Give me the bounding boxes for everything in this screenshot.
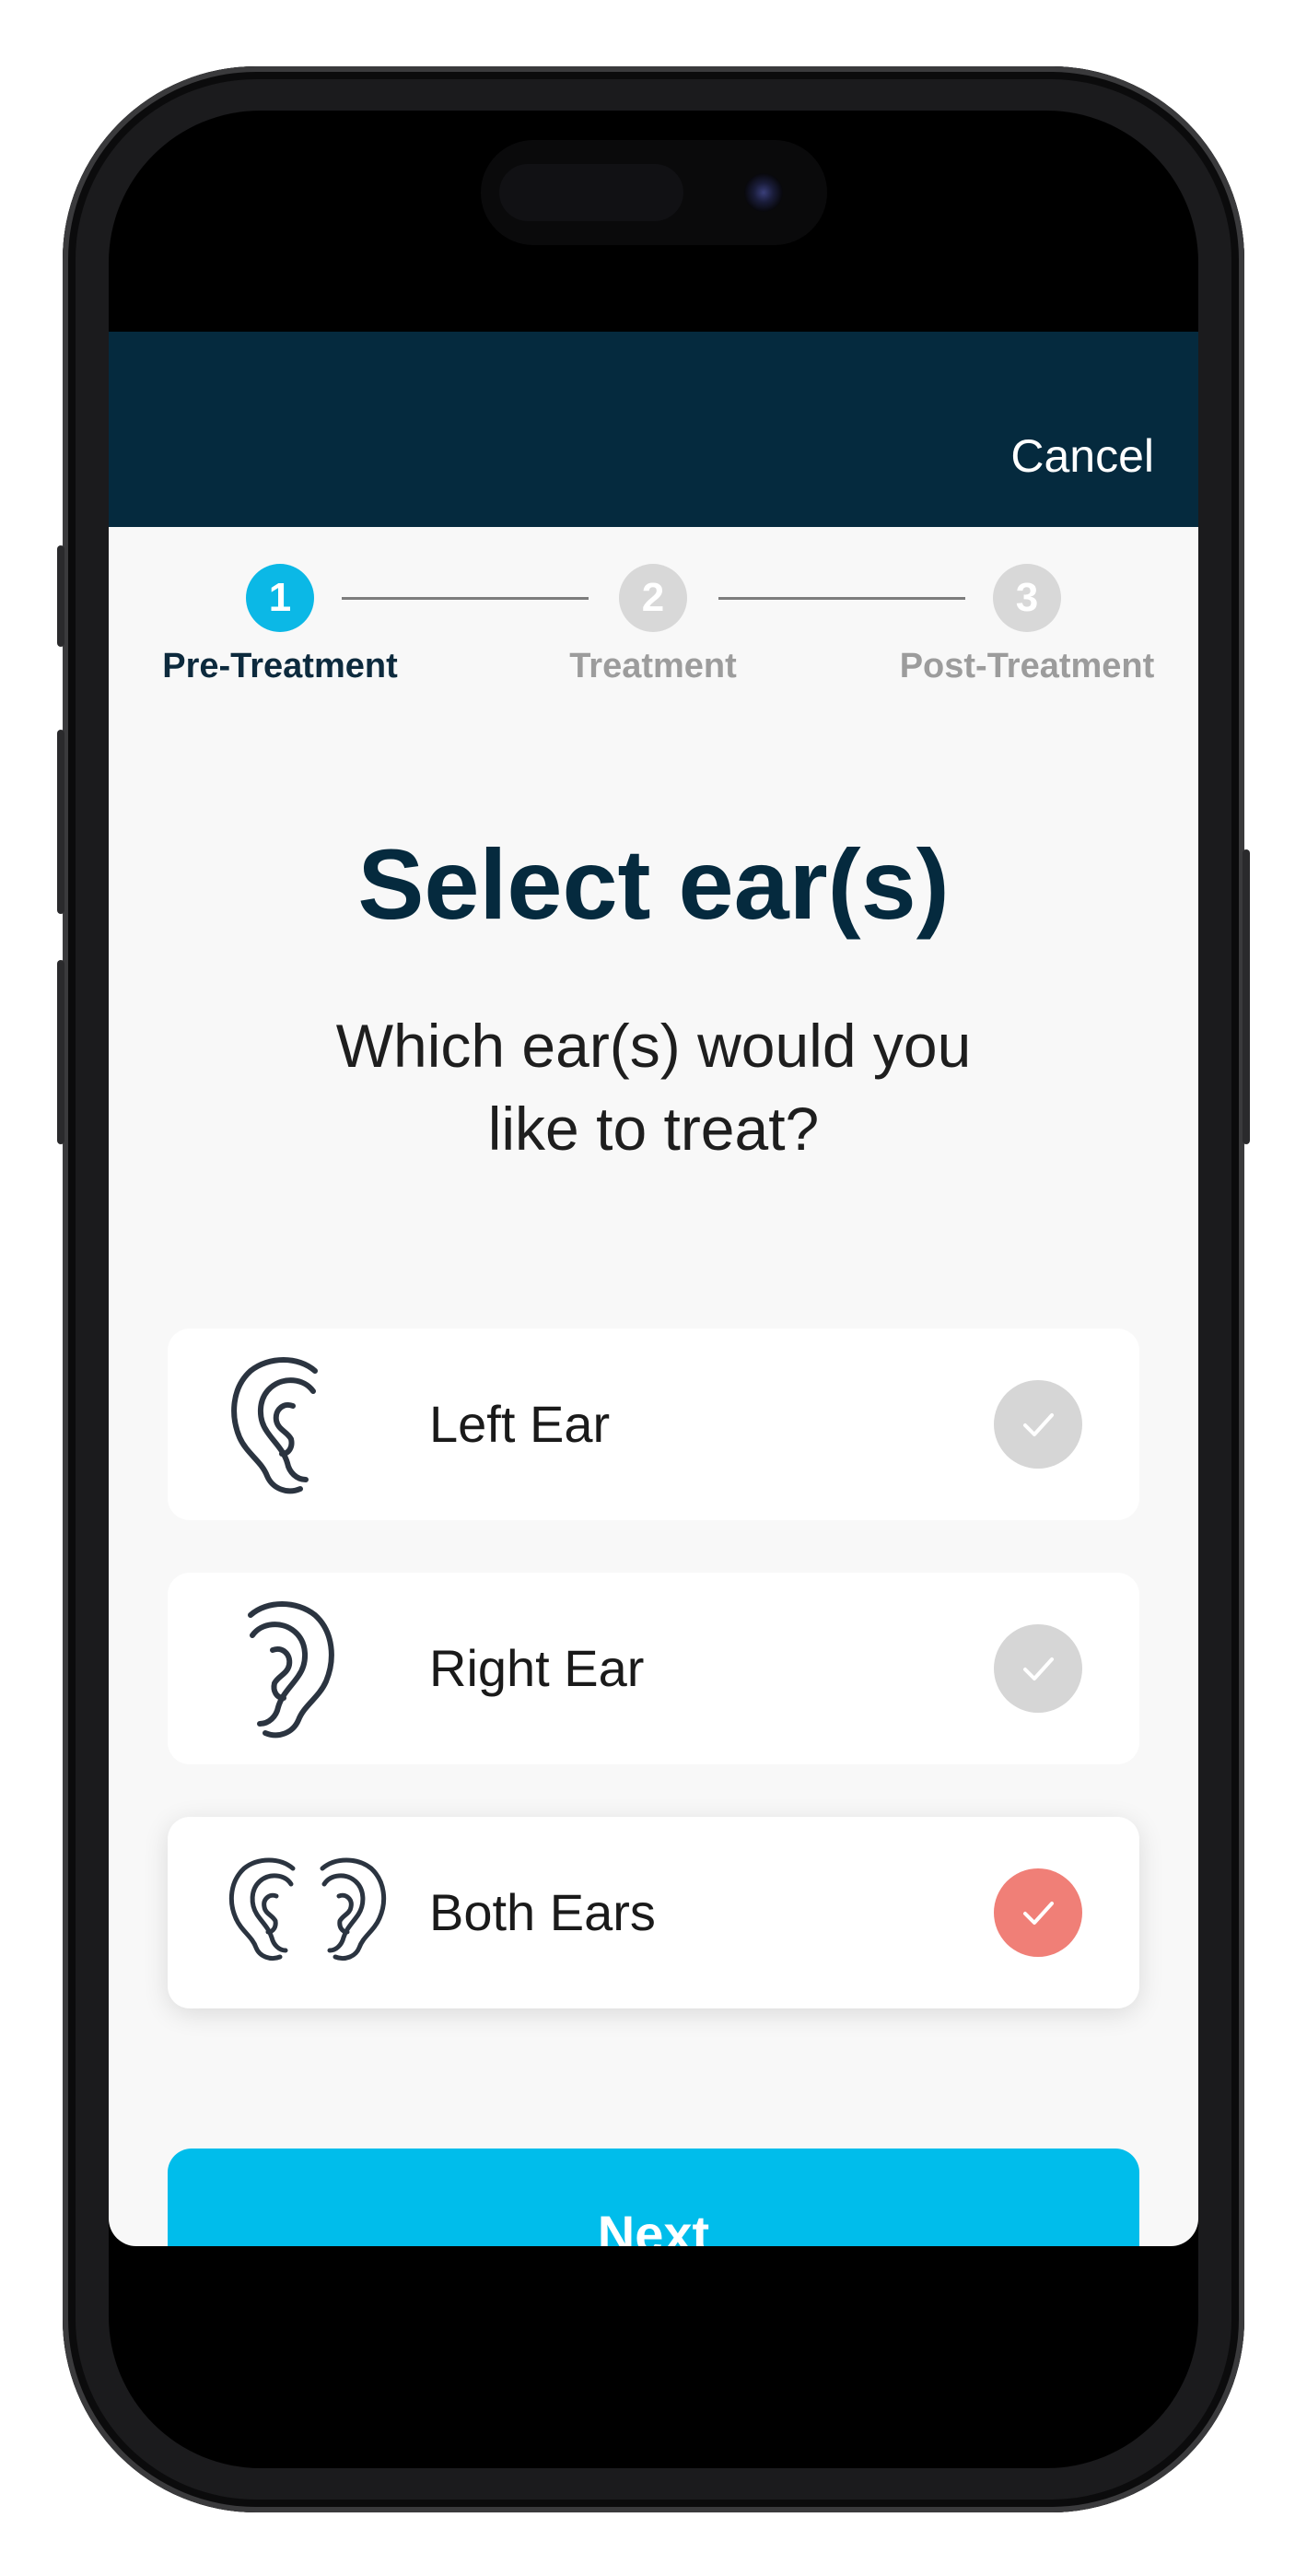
checkmark-icon bbox=[1023, 1902, 1054, 1925]
screen-bezel: Cancel 1 Pre-Treatment 2 Treatment 3 Pos… bbox=[109, 111, 1198, 2468]
volume-up-button bbox=[57, 730, 64, 914]
action-button bbox=[57, 545, 64, 647]
app-screen: Cancel 1 Pre-Treatment 2 Treatment 3 Pos… bbox=[109, 332, 1198, 2246]
step-treatment: 2 Treatment bbox=[506, 564, 800, 686]
left-ear-icon bbox=[231, 1357, 318, 1494]
page-title: Select ear(s) bbox=[357, 828, 950, 940]
right-ear-icon bbox=[248, 1601, 334, 1739]
option-label: Left Ear bbox=[429, 1395, 611, 1453]
dynamic-island bbox=[481, 140, 827, 245]
power-button bbox=[1243, 849, 1250, 1144]
step-post-treatment: 3 Post-Treatment bbox=[880, 564, 1174, 686]
option-left-ear[interactable]: Left Ear bbox=[168, 1329, 1139, 1520]
both-ears-icon bbox=[228, 1857, 387, 1961]
checkmark-icon bbox=[1023, 1413, 1054, 1436]
step-number: 1 bbox=[246, 564, 314, 632]
step-label: Treatment bbox=[569, 647, 737, 685]
step-number: 3 bbox=[993, 564, 1061, 632]
option-right-ear[interactable]: Right Ear bbox=[168, 1573, 1139, 1764]
check-circle[interactable] bbox=[994, 1868, 1082, 1957]
option-both-ears[interactable]: Both Ears bbox=[168, 1817, 1139, 2008]
option-label: Both Ears bbox=[429, 1883, 656, 1941]
option-label: Right Ear bbox=[429, 1639, 645, 1697]
front-camera bbox=[744, 173, 783, 212]
check-circle[interactable] bbox=[994, 1380, 1082, 1469]
page-subtitle: Which ear(s) would you like to treat? bbox=[335, 1012, 972, 1163]
volume-down-button bbox=[57, 960, 64, 1144]
progress-stepper: 1 Pre-Treatment 2 Treatment 3 Post-Treat… bbox=[109, 564, 1198, 711]
step-label: Post-Treatment bbox=[899, 647, 1155, 685]
step-number: 2 bbox=[619, 564, 687, 632]
step-pre-treatment: 1 Pre-Treatment bbox=[133, 564, 427, 686]
navigation-bar: Cancel bbox=[109, 332, 1198, 527]
cancel-button[interactable]: Cancel bbox=[1010, 428, 1154, 484]
phone-frame: Cancel 1 Pre-Treatment 2 Treatment 3 Pos… bbox=[57, 66, 1250, 2512]
check-circle[interactable] bbox=[994, 1624, 1082, 1713]
step-label: Pre-Treatment bbox=[162, 647, 398, 685]
next-button[interactable]: Next bbox=[168, 2149, 1139, 2246]
checkmark-icon bbox=[1023, 1657, 1054, 1680]
